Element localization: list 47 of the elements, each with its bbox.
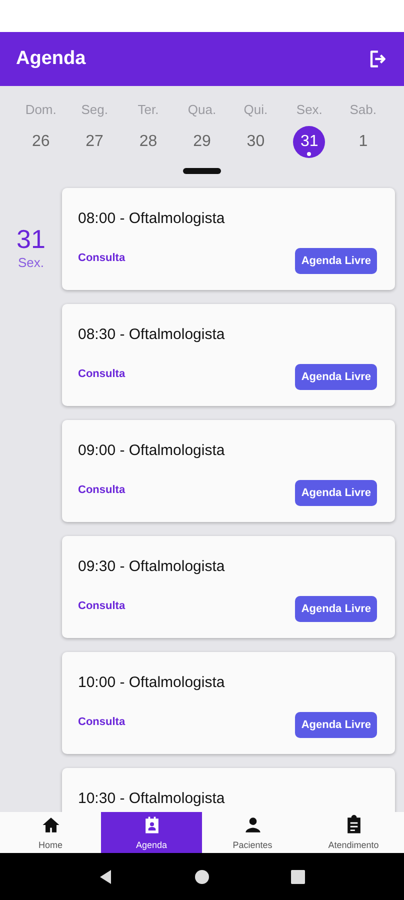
date-button[interactable]: 29: [186, 126, 218, 158]
appointment-type: Consulta: [78, 368, 126, 380]
recents-icon[interactable]: [290, 868, 306, 884]
date-button[interactable]: 1: [347, 126, 380, 158]
appointment-type: Consulta: [78, 484, 126, 496]
weekday-label: Qui.: [242, 102, 269, 117]
status-button[interactable]: Agenda Livre: [295, 712, 377, 738]
status-button[interactable]: Agenda Livre: [295, 248, 377, 274]
current-day: 31: [0, 224, 62, 255]
status-button[interactable]: Agenda Livre: [295, 596, 377, 622]
appointment-title: 09:00 - Oftalmologista: [78, 442, 225, 459]
date-button[interactable]: 26: [24, 126, 57, 158]
weekday-label: Ter.: [136, 102, 160, 117]
appointment-card[interactable]: 09:30 - Oftalmologista Consulta Agenda Livre: [62, 536, 395, 638]
weekday-label: Dom.: [24, 102, 58, 117]
weekday-label: Seg.: [80, 102, 109, 117]
weekday-label: Sab.: [348, 102, 378, 117]
date-button[interactable]: 31: [293, 126, 326, 158]
appointment-type: Consulta: [78, 716, 126, 728]
appointment-card[interactable]: 10:00 - Oftalmologista Consulta Agenda Livre: [62, 652, 395, 754]
appointment-card[interactable]: 10:30 - Oftalmologista: [62, 768, 395, 812]
nav-tab[interactable]: Agenda: [101, 812, 202, 853]
appointment-card[interactable]: 09:00 - Oftalmologista Consulta Agenda Livre: [62, 420, 395, 522]
appointment-title: 08:00 - Oftalmologista: [78, 210, 225, 227]
appointment-title: 10:30 - Oftalmologista: [78, 790, 225, 807]
appointment-card[interactable]: 08:00 - Oftalmologista Consulta Agenda Livre: [62, 188, 395, 290]
weekday-label: Qua.: [186, 102, 218, 117]
appointment-title: 08:30 - Oftalmologista: [78, 326, 225, 343]
back-icon[interactable]: [98, 868, 114, 884]
date-button[interactable]: 27: [78, 126, 111, 158]
date-button[interactable]: 28: [132, 126, 164, 158]
appointment-card[interactable]: 08:30 - Oftalmologista Consulta Agenda Livre: [62, 304, 395, 406]
appointment-type: Consulta: [78, 600, 126, 612]
nav-tab[interactable]: Atendimento: [303, 812, 404, 853]
nav-tab[interactable]: Home: [0, 812, 101, 853]
appointment-type: Consulta: [78, 252, 126, 264]
status-button[interactable]: Agenda Livre: [295, 480, 377, 506]
home-circle-icon[interactable]: [194, 868, 210, 884]
appointment-title: 10:00 - Oftalmologista: [78, 674, 225, 691]
nav-tab[interactable]: Pacientes: [202, 812, 303, 853]
weekday-label: Sex.: [295, 102, 324, 117]
date-button[interactable]: 30: [240, 126, 272, 158]
drag-handle[interactable]: [183, 168, 221, 174]
app-title: Agenda: [16, 48, 86, 70]
current-weekday: Sex.: [16, 255, 45, 270]
status-button[interactable]: Agenda Livre: [295, 364, 377, 390]
appointment-title: 09:30 - Oftalmologista: [78, 558, 225, 575]
